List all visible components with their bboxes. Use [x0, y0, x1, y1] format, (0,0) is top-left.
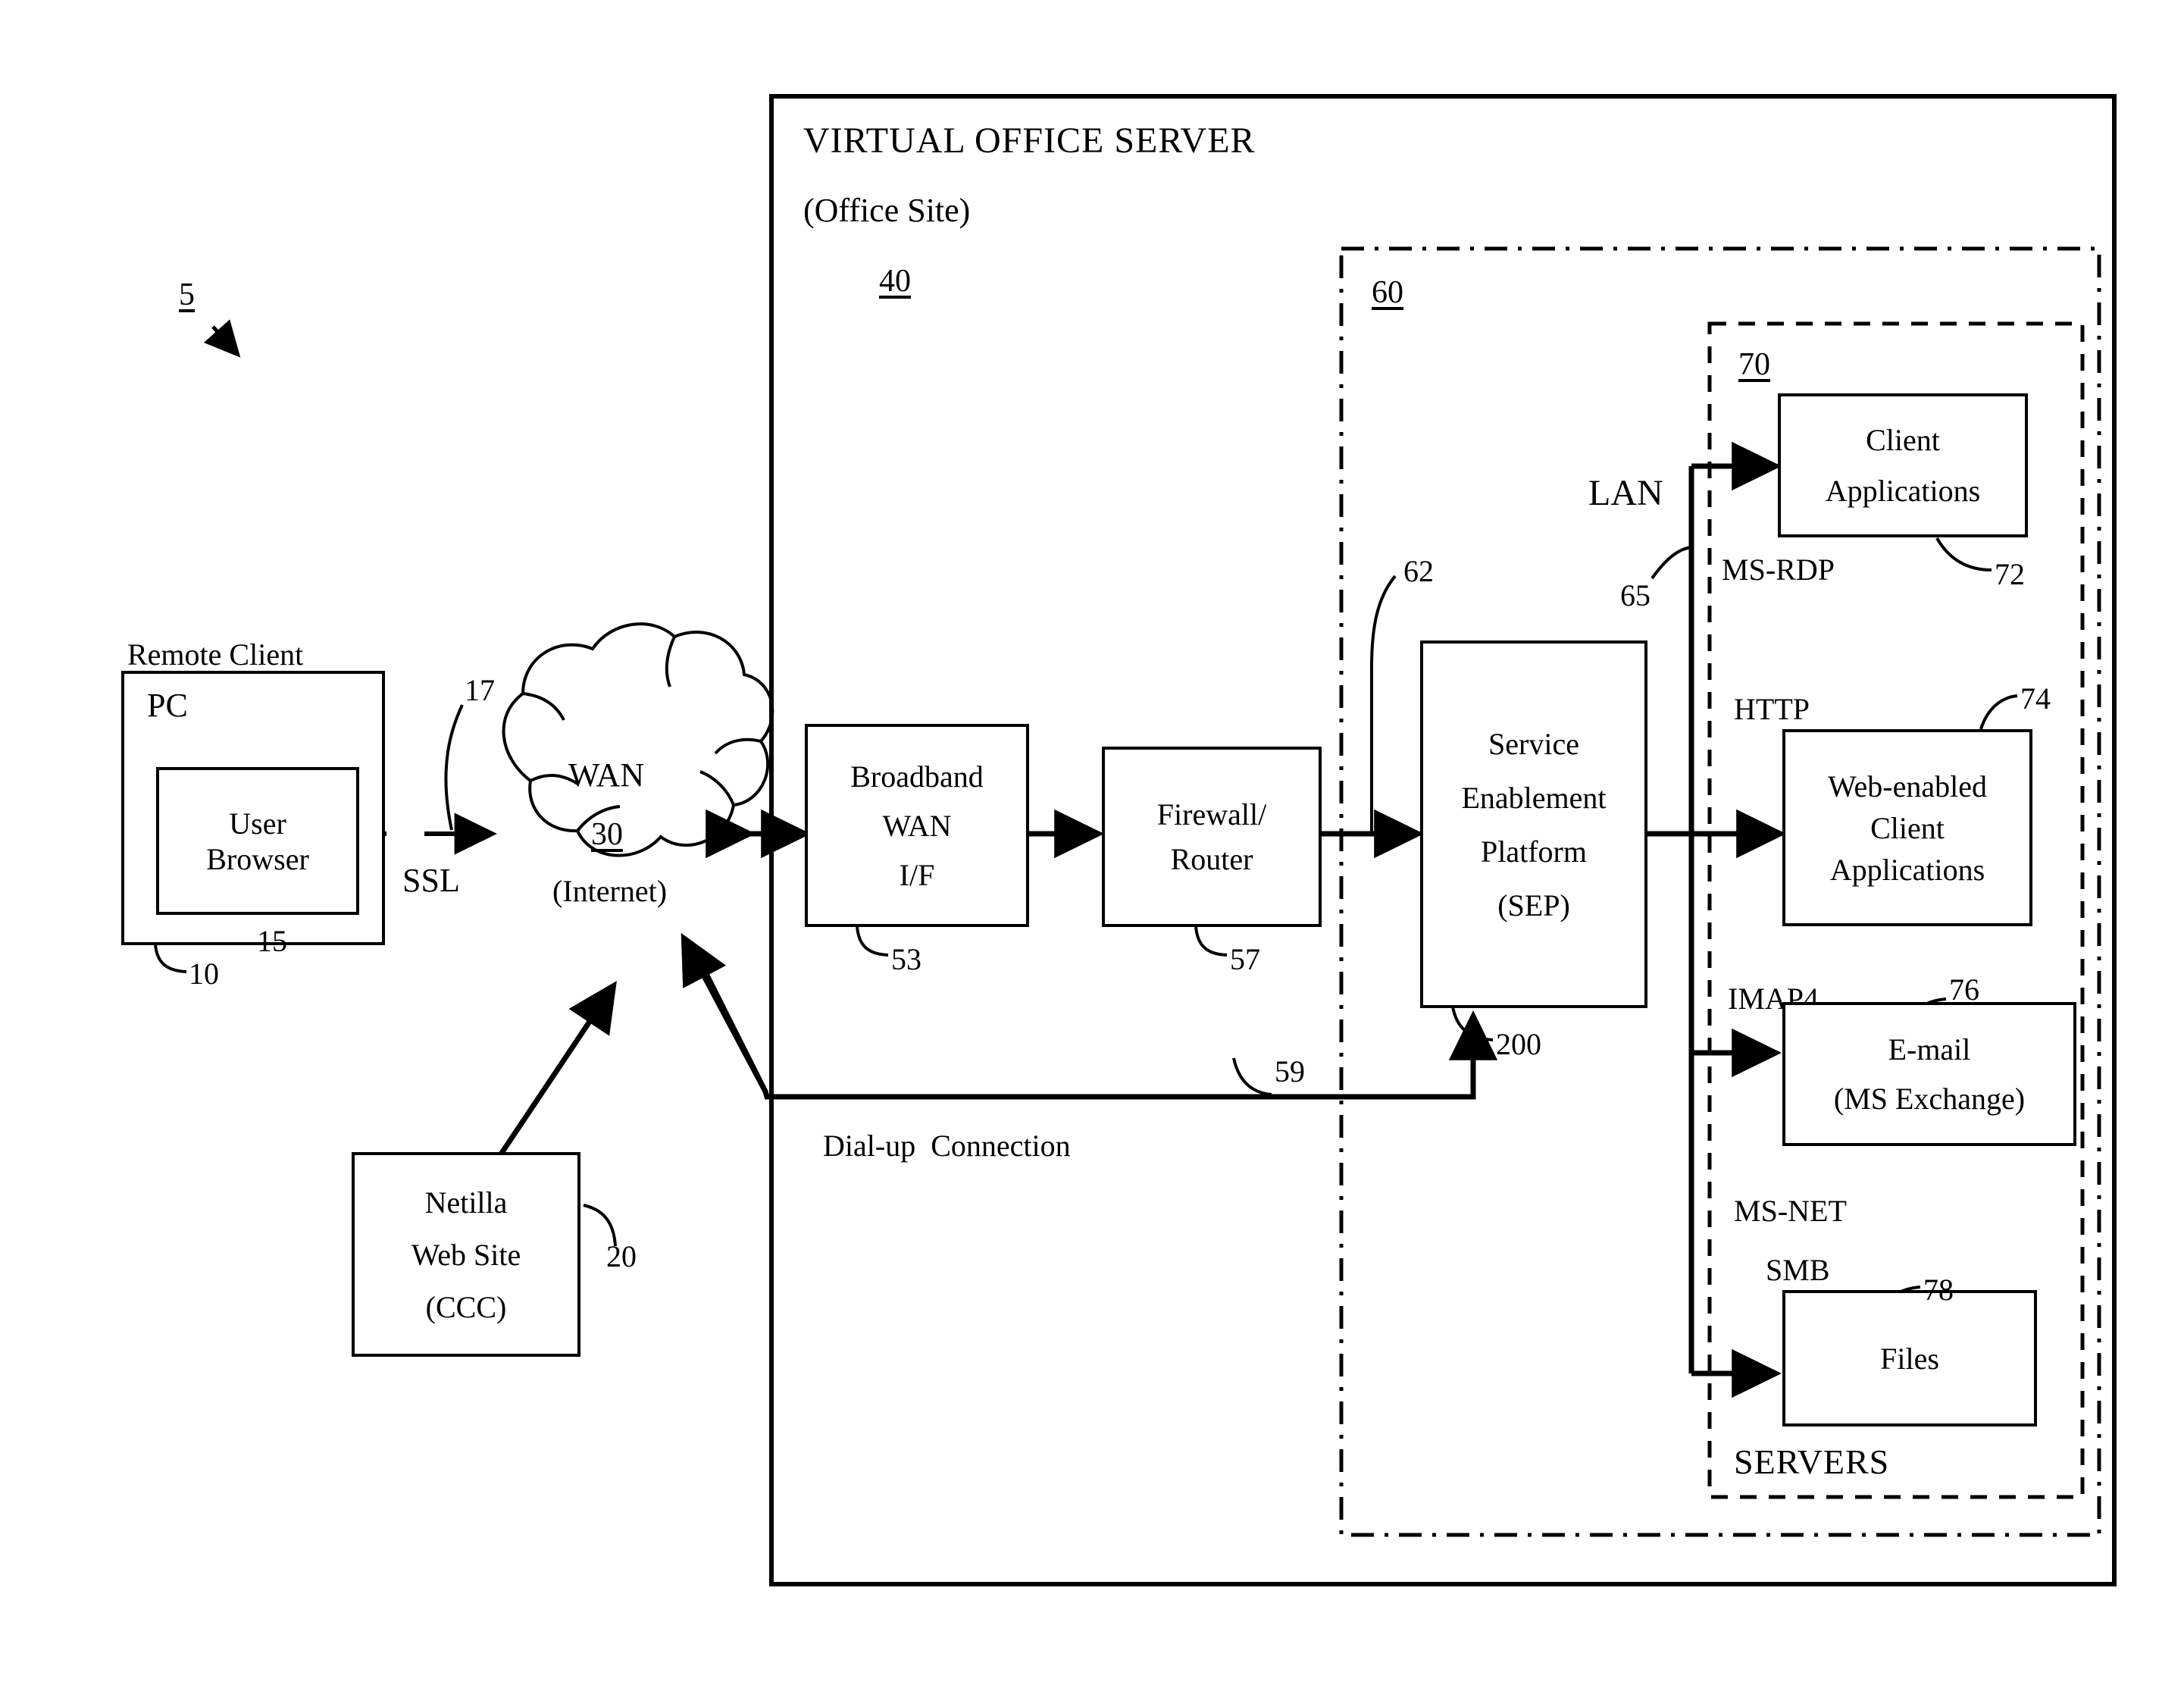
reference-17: 17 — [465, 673, 495, 707]
email-line2: (MS Exchange) — [1833, 1082, 2026, 1116]
web-enabled-client-applications-box[interactable]: Web-enabled Client Applications — [1782, 729, 2032, 926]
figure-reference-5: 5 — [179, 277, 195, 312]
protocol-label-http: HTTP — [1734, 692, 1810, 726]
user-browser-line1: User — [229, 806, 286, 841]
ssl-label: SSL — [402, 862, 460, 899]
leader-72 — [1935, 537, 1992, 572]
reference-15: 15 — [257, 924, 287, 958]
netilla-web-site-box[interactable]: Netilla Web Site (CCC) — [352, 1152, 580, 1357]
leader-53 — [856, 925, 889, 957]
figure-ref-arrow — [203, 319, 241, 358]
reference-78: 78 — [1923, 1273, 1954, 1307]
reference-62: 62 — [1403, 554, 1434, 588]
reference-74: 74 — [2020, 681, 2051, 716]
protocol-label-ms-net: MS-NET — [1734, 1194, 1847, 1228]
client-applications-line1: Client — [1866, 423, 1940, 457]
reference-65: 65 — [1620, 578, 1651, 612]
dialup-arrow-to-wan — [681, 932, 768, 1093]
files-box[interactable]: Files — [1782, 1290, 2037, 1427]
firewall-router-box[interactable]: Firewall/ Router — [1102, 747, 1322, 927]
remote-client-caption: Remote Client — [127, 637, 304, 672]
email-box[interactable]: E-mail (MS Exchange) — [1782, 1002, 2076, 1146]
web-apps-line2: Client — [1870, 810, 1945, 845]
sep-line4: (SEP) — [1497, 888, 1570, 922]
dialup-connection-label: Dial-up Connection — [823, 1129, 1071, 1163]
wan-reference-30: 30 — [591, 817, 623, 852]
reference-200: 200 — [1496, 1027, 1541, 1061]
files-line1: Files — [1880, 1341, 1939, 1376]
leader-74 — [1979, 694, 2018, 730]
lan-label: LAN — [1588, 473, 1663, 513]
page-title: VIRTUAL OFFICE SERVER — [803, 121, 1256, 161]
reference-72: 72 — [1995, 557, 2025, 591]
reference-57: 57 — [1230, 942, 1260, 976]
sep-line3: Platform — [1481, 834, 1587, 869]
leader-62 — [1370, 575, 1397, 834]
patent-figure: 5 Remote Client PC User Browser 15 10 17… — [0, 0, 2184, 1688]
reference-76: 76 — [1949, 972, 1979, 1007]
reference-20: 20 — [606, 1239, 637, 1273]
broadband-wan-if-box[interactable]: Broadband WAN I/F — [805, 724, 1029, 927]
sep-line2: Enablement — [1461, 780, 1607, 815]
firewall-line2: Router — [1170, 842, 1253, 876]
reference-40: 40 — [879, 264, 911, 299]
protocol-label-smb: SMB — [1766, 1253, 1830, 1287]
client-applications-box[interactable]: Client Applications — [1778, 393, 2028, 537]
leader-59 — [1232, 1057, 1272, 1096]
client-applications-line2: Applications — [1825, 474, 1981, 508]
user-browser-box[interactable]: User Browser — [156, 767, 359, 915]
broadband-line2: WAN — [882, 808, 952, 843]
service-enablement-platform-box[interactable]: Service Enablement Platform (SEP) — [1420, 640, 1647, 1008]
leader-57 — [1194, 925, 1228, 957]
dialup-connection-line — [688, 942, 1498, 1100]
reference-59: 59 — [1275, 1054, 1305, 1088]
broadband-line1: Broadband — [850, 759, 984, 794]
netilla-line1: Netilla — [424, 1185, 508, 1220]
web-apps-line3: Applications — [1829, 852, 1985, 887]
office-site-subtitle: (Office Site) — [803, 192, 971, 229]
firewall-line1: Firewall/ — [1156, 797, 1267, 831]
web-apps-line1: Web-enabled — [1828, 769, 1987, 803]
servers-zone-label: SERVERS — [1734, 1442, 1890, 1481]
sep-line1: Service — [1488, 726, 1579, 761]
wan-internet-label: (Internet) — [552, 874, 668, 908]
leader-17 — [444, 704, 464, 831]
protocol-label-ms-rdp: MS-RDP — [1722, 553, 1835, 587]
broadband-line3: I/F — [899, 857, 935, 892]
leader-10 — [154, 944, 187, 973]
netilla-line2: Web Site — [411, 1237, 521, 1272]
email-line1: E-mail — [1888, 1032, 1971, 1066]
pc-label: PC — [147, 687, 188, 724]
reference-70: 70 — [1738, 347, 1770, 382]
reference-60: 60 — [1372, 275, 1403, 310]
wan-label: WAN — [568, 756, 645, 794]
leader-65 — [1651, 546, 1692, 580]
netilla-line3: (CCC) — [425, 1289, 507, 1324]
reference-53: 53 — [891, 942, 921, 976]
user-browser-line2: Browser — [206, 841, 309, 876]
reference-10: 10 — [189, 957, 219, 991]
wan-cloud — [502, 622, 774, 857]
